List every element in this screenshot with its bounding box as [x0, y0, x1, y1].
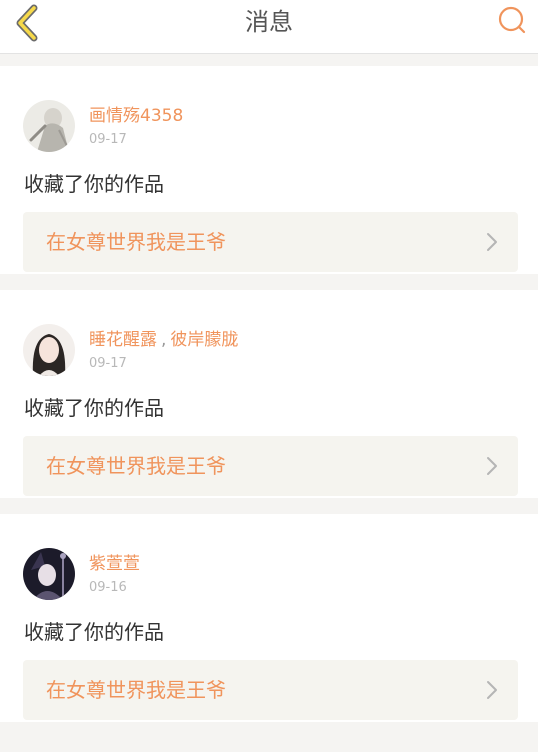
- user-name[interactable]: 紫萱萱: [89, 554, 140, 574]
- work-title: 在女尊世界我是王爷: [46, 678, 226, 702]
- message-date: 09-17: [89, 132, 127, 147]
- avatar-image: [23, 548, 75, 600]
- avatar-image: [23, 324, 75, 376]
- work-title: 在女尊世界我是王爷: [46, 230, 226, 254]
- message-action: 收藏了你的作品: [24, 172, 164, 196]
- message-action: 收藏了你的作品: [24, 396, 164, 420]
- message-card: 紫萱萱 09-16 收藏了你的作品 在女尊世界我是王爷: [0, 514, 538, 722]
- name-separator: ,: [161, 330, 167, 350]
- search-button[interactable]: [496, 5, 528, 37]
- chevron-right-icon: [487, 681, 497, 699]
- page-title: 消息: [245, 8, 293, 36]
- work-title: 在女尊世界我是王爷: [46, 454, 226, 478]
- work-link[interactable]: 在女尊世界我是王爷: [23, 660, 518, 720]
- user-name[interactable]: 画情殇4358: [89, 106, 183, 126]
- message-date: 09-17: [89, 356, 127, 371]
- user-name[interactable]: 彼岸朦胧: [170, 330, 238, 350]
- user-name[interactable]: 睡花醒露: [89, 330, 157, 350]
- user-names: 睡花醒露, 彼岸朦胧: [89, 329, 238, 351]
- avatar-image: [23, 100, 75, 152]
- avatar[interactable]: [23, 100, 75, 152]
- chevron-right-icon: [487, 457, 497, 475]
- work-link[interactable]: 在女尊世界我是王爷: [23, 212, 518, 272]
- message-list: 画情殇4358 09-17 收藏了你的作品 在女尊世界我是王爷 睡花醒露, 彼岸朦…: [0, 66, 538, 738]
- search-icon: [498, 6, 526, 34]
- message-card: 睡花醒露, 彼岸朦胧 09-17 收藏了你的作品 在女尊世界我是王爷: [0, 290, 538, 498]
- message-date: 09-16: [89, 580, 127, 595]
- work-link[interactable]: 在女尊世界我是王爷: [23, 436, 518, 496]
- message-action: 收藏了你的作品: [24, 620, 164, 644]
- avatar[interactable]: [23, 548, 75, 600]
- top-bar: 消息: [0, 0, 538, 54]
- avatar[interactable]: [23, 324, 75, 376]
- user-names: 紫萱萱: [89, 553, 140, 575]
- message-card: 画情殇4358 09-17 收藏了你的作品 在女尊世界我是王爷: [0, 66, 538, 274]
- chevron-right-icon: [487, 233, 497, 251]
- user-names: 画情殇4358: [89, 105, 183, 127]
